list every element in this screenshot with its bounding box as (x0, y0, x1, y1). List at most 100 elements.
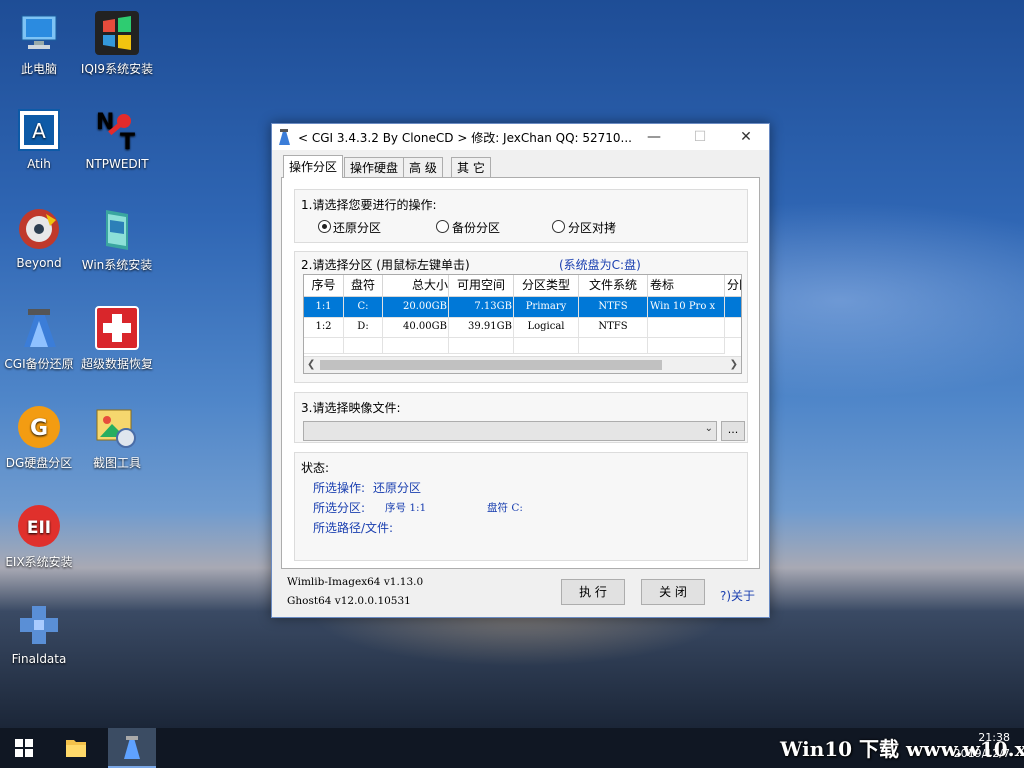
screenshot-tool-icon (94, 404, 140, 450)
image-file-combo[interactable]: ⌄ (303, 421, 717, 441)
svg-text:G: G (30, 416, 48, 441)
desktop-icon-label: Beyond (16, 256, 62, 270)
col-label[interactable]: 卷标 (648, 275, 725, 297)
cgi-tool-icon (16, 305, 62, 351)
scroll-thumb[interactable] (320, 360, 662, 370)
operation-label: 1.请选择您要进行的操作: (301, 198, 437, 212)
about-link[interactable]: ?)关于 (720, 587, 755, 604)
desktop-icon-label: Win系统安装 (81, 258, 153, 272)
radio-restore[interactable] (318, 220, 331, 233)
partition-label: 2.请选择分区 (用鼠标左键单击) (301, 258, 470, 272)
windows-flag-icon (94, 10, 140, 56)
col-drive[interactable]: 盘符 (344, 275, 383, 297)
status-op-label: 所选操作: (313, 481, 366, 495)
start-button[interactable] (0, 728, 48, 768)
execute-button[interactable]: 执 行 (561, 579, 625, 605)
status-part-label: 所选分区: (313, 501, 366, 515)
computer-icon (16, 10, 62, 56)
desktop-icon-beyond[interactable]: Beyond (0, 206, 81, 270)
tab-panel: 1.请选择您要进行的操作: 还原分区 备份分区 分区对拷 2.请选择分区 (用鼠… (281, 177, 760, 569)
table-row[interactable]: 1:1 C: 20.00GB 7.13GB Primary NTFS Win 1… (304, 297, 741, 318)
desktop-icon-dg[interactable]: G DG硬盘分区 (0, 404, 81, 471)
desktop-icon-label: EIX系统安装 (5, 555, 73, 569)
radio-clone[interactable] (552, 220, 565, 233)
title-bar[interactable]: < CGI 3.4.3.2 By CloneCD > 修改: JexChan Q… (272, 124, 769, 150)
table-row[interactable]: 1:2 D: 40.00GB 39.91GB Logical NTFS (304, 317, 741, 338)
desktop-icon-eix[interactable]: EII EIX系统安装 (0, 503, 81, 570)
cell-drive: D: (344, 317, 383, 338)
svg-text:T: T (120, 130, 135, 153)
wimlib-version: Wimlib-Imagex64 v1.13.0 (287, 576, 424, 588)
radio-backup-label[interactable]: 备份分区 (452, 219, 500, 236)
cgi-app-icon (277, 129, 291, 145)
desktop-icon-finaldata[interactable]: Finaldata (0, 602, 81, 666)
status-part-no: 序号 1:1 (385, 502, 427, 514)
scroll-right-icon[interactable]: ❯ (730, 359, 738, 370)
status-op-value: 还原分区 (373, 481, 422, 495)
tab-disk[interactable]: 操作硬盘 (344, 157, 405, 178)
scroll-left-icon[interactable]: ❮ (307, 359, 315, 370)
ntpwedit-key-icon: NT (94, 107, 140, 155)
tab-other[interactable]: 其 它 (451, 157, 491, 178)
win-install-icon (94, 206, 140, 252)
desktop-icon-atih[interactable]: A Atih (0, 107, 81, 171)
desktop-icon-cgi[interactable]: CGI备份还原 (0, 305, 81, 372)
cell-no: 1:2 (304, 317, 344, 338)
taskbar-cgi[interactable] (108, 728, 156, 768)
cell-free: 7.13GB (449, 297, 514, 318)
folder-icon (66, 740, 86, 757)
col-no[interactable]: 序号 (304, 275, 344, 297)
close-button[interactable]: 关 闭 (641, 579, 705, 605)
minimize-button[interactable]: — (631, 124, 677, 150)
windows-start-icon (15, 739, 33, 757)
cgi-taskbar-icon (124, 736, 140, 759)
image-file-label: 3.请选择映像文件: (301, 401, 401, 415)
close-window-button[interactable]: ✕ (723, 124, 769, 150)
cell-free: 39.91GB (449, 317, 514, 338)
maximize-button[interactable]: ☐ (677, 124, 723, 150)
chevron-down-icon[interactable]: ⌄ (705, 423, 713, 434)
radio-restore-label[interactable]: 还原分区 (333, 219, 381, 236)
image-file-group: 3.请选择映像文件: ⌄ ... (294, 392, 748, 443)
cell-total: 40.00GB (383, 317, 449, 338)
desktop-icon-screenshot[interactable]: 截图工具 (75, 404, 159, 471)
eix-icon: EII (16, 503, 62, 549)
col-part[interactable]: 分区 (725, 275, 741, 297)
clock-date: 2019/12/7 (953, 747, 1010, 760)
col-free[interactable]: 可用空间 (449, 275, 514, 297)
desktop-icon-label: Atih (27, 157, 51, 171)
tab-advanced[interactable]: 高 级 (403, 157, 443, 178)
taskbar-clock[interactable]: 21:38 2019/12/7 (954, 730, 1010, 762)
svg-text:EII: EII (27, 518, 51, 538)
cell-part (725, 297, 741, 318)
col-total[interactable]: 总大小 (383, 275, 449, 297)
desktop-icon-ntpwedit[interactable]: NT NTPWEDIT (75, 107, 159, 171)
cell-no: 1:1 (304, 297, 344, 318)
browse-button[interactable]: ... (721, 421, 745, 441)
cell-drive: C: (344, 297, 383, 318)
beyond-disc-icon (16, 206, 62, 252)
table-horizontal-scrollbar[interactable]: ❮ ❯ (304, 356, 741, 373)
desktop-icon-label: 此电脑 (20, 62, 57, 76)
status-heading: 状态: (301, 461, 330, 475)
col-fs[interactable]: 文件系统 (579, 275, 648, 297)
tab-partition[interactable]: 操作分区 (283, 155, 344, 178)
desktop-icon-data-recovery[interactable]: 超级数据恢复 (75, 305, 159, 372)
desktop-icon-label: 截图工具 (92, 456, 141, 470)
cell-fs: NTFS (579, 317, 648, 338)
svg-text:A: A (32, 119, 46, 143)
cell-label (648, 317, 725, 338)
desktop-icon-win-install[interactable]: Win系统安装 (75, 206, 159, 273)
partition-table[interactable]: 序号 盘符 总大小 可用空间 分区类型 文件系统 卷标 分区 1:1 C: 20… (303, 274, 742, 374)
radio-backup[interactable] (436, 220, 449, 233)
col-type[interactable]: 分区类型 (514, 275, 579, 297)
desktop-icon-this-pc[interactable]: 此电脑 (0, 10, 81, 77)
desktop-icon-iqi9[interactable]: IQI9系统安装 (75, 10, 159, 77)
system-disk-note: (系统盘为C:盘) (559, 258, 641, 272)
taskbar-file-explorer[interactable] (52, 728, 100, 768)
ghost-version: Ghost64 v12.0.0.10531 (287, 595, 411, 607)
radio-clone-label[interactable]: 分区对拷 (568, 219, 616, 236)
cell-fs: NTFS (579, 297, 648, 318)
cell-type: Primary (514, 297, 579, 318)
cell-type: Logical (514, 317, 579, 338)
